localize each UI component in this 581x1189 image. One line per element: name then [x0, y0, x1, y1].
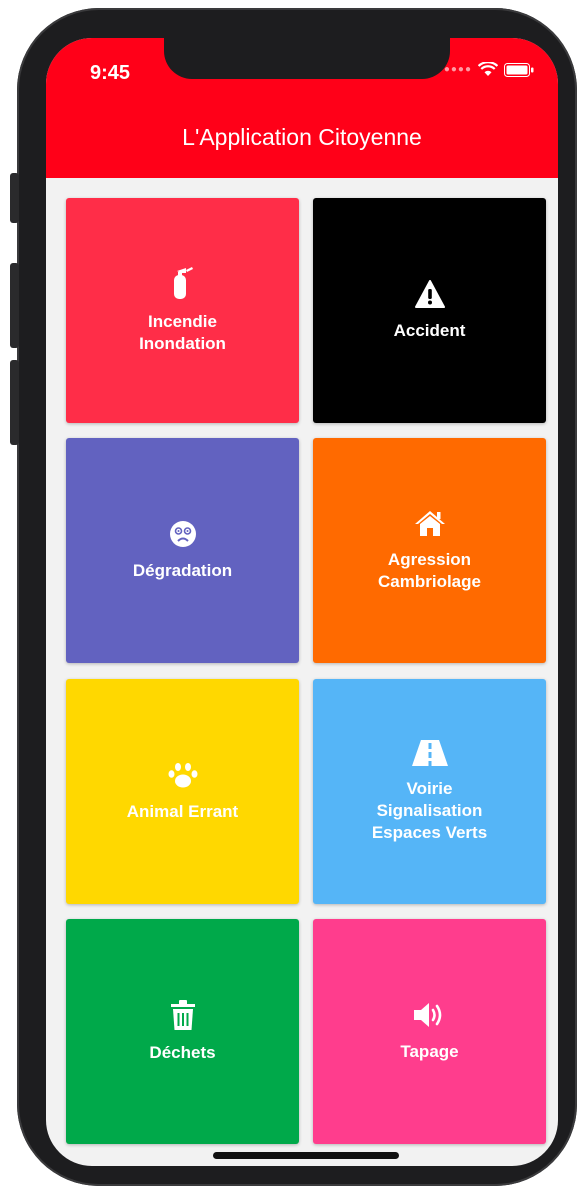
tile-tapage[interactable]: Tapage [313, 919, 546, 1144]
tile-animal-errant[interactable]: Animal Errant [66, 679, 299, 904]
tile-label: Dégradation [132, 560, 233, 580]
tile-incendie-inondation[interactable]: Incendie Inondation [66, 198, 299, 423]
volume-down-button [10, 360, 19, 445]
fire-extinguisher-icon [172, 266, 194, 299]
home-indicator[interactable] [213, 1152, 399, 1159]
tile-accident[interactable]: Accident [313, 198, 546, 423]
paw-icon [168, 761, 198, 789]
tile-label: Déchets [149, 1042, 216, 1062]
tile-label: Agression Cambriolage [378, 549, 481, 591]
status-time: 9:45 [90, 62, 131, 84]
trash-icon [170, 999, 195, 1030]
tile-label: Tapage [400, 1041, 459, 1061]
volume-up-button [10, 263, 19, 348]
screen: 9:45 ●●●● L'Application Citoyenne Incend… [46, 38, 558, 1166]
tile-label: Animal Errant [126, 801, 239, 821]
notch [164, 38, 450, 79]
tile-label: Voirie Signalisation Espaces Verts [371, 778, 488, 842]
tile-agression-cambriolage[interactable]: Agression Cambriolage [313, 438, 546, 663]
tile-dechets[interactable]: Déchets [66, 919, 299, 1144]
signal-icon: ●●●● [443, 64, 472, 75]
road-icon [411, 739, 448, 766]
battery-icon [504, 62, 534, 77]
sad-face-icon [169, 520, 197, 548]
home-icon [413, 509, 447, 537]
page-title: L'Application Citoyenne [182, 124, 422, 150]
tile-degradation[interactable]: Dégradation [66, 438, 299, 663]
volume-icon [412, 1001, 448, 1029]
warning-icon [414, 279, 445, 308]
tile-label: Accident [393, 320, 466, 340]
phone-frame: 9:45 ●●●● L'Application Citoyenne Incend… [10, 8, 577, 1186]
app-header: 9:45 ●●●● L'Application Citoyenne [46, 38, 558, 178]
silent-switch [10, 173, 19, 223]
tile-label: Incendie Inondation [139, 311, 226, 353]
wifi-icon [478, 62, 498, 76]
status-icons: ●●●● [444, 62, 534, 77]
tile-voirie-signalisation[interactable]: Voirie Signalisation Espaces Verts [313, 679, 546, 904]
